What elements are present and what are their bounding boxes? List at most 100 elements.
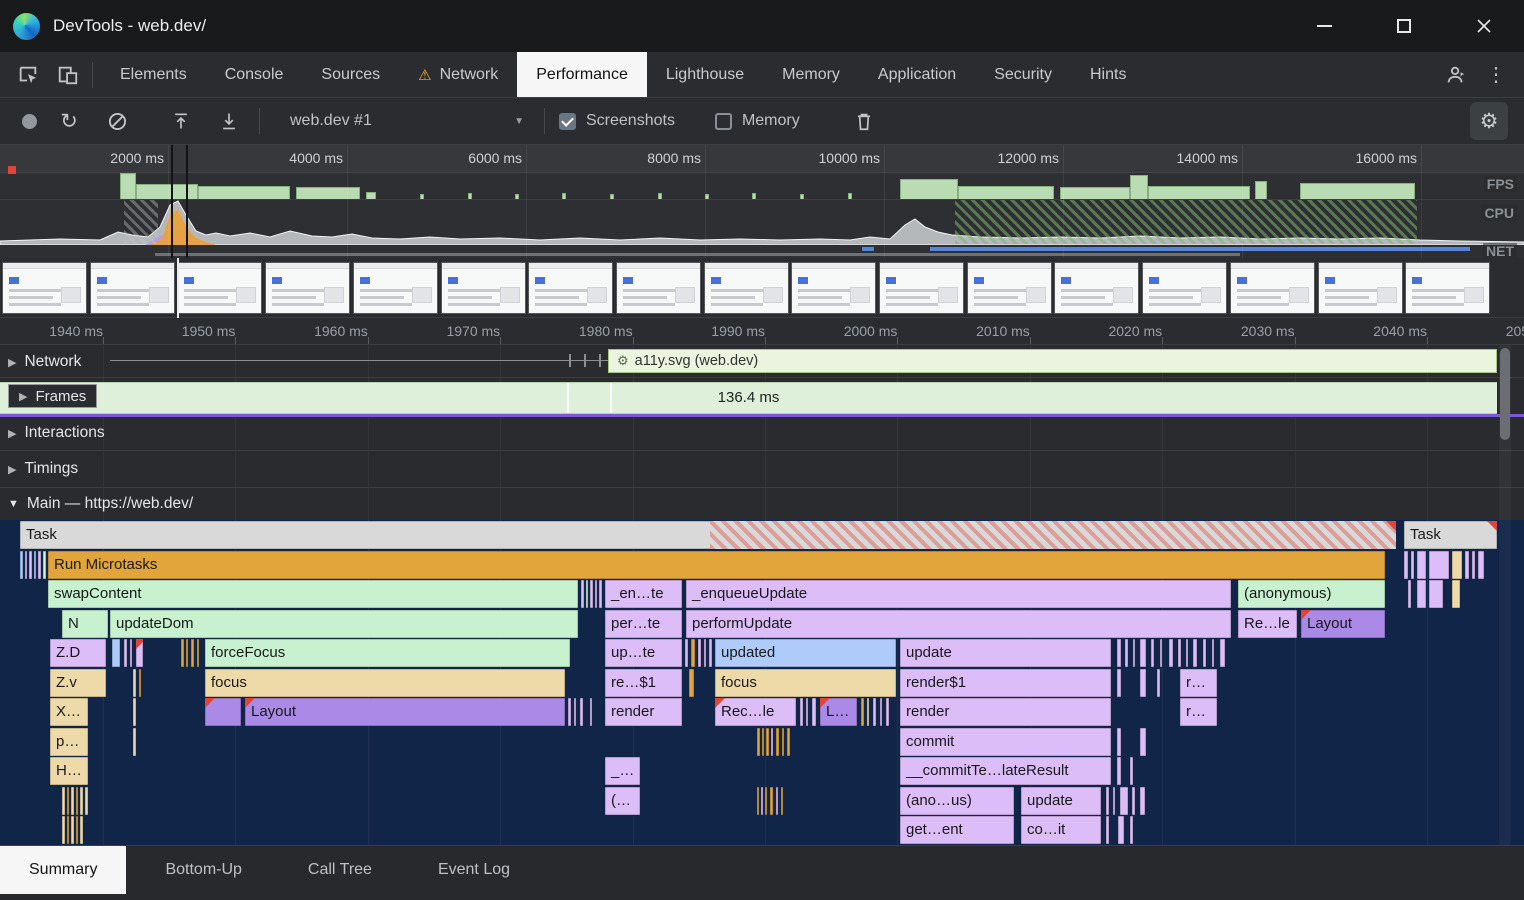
flame-bar[interactable] bbox=[806, 698, 808, 726]
flame-bar-update[interactable]: update bbox=[900, 639, 1111, 667]
bottom-tab-summary[interactable]: Summary bbox=[0, 846, 127, 894]
scrollbar-thumb[interactable] bbox=[1500, 348, 1510, 440]
inspect-element-button[interactable] bbox=[8, 55, 48, 95]
flame-bar-updated[interactable]: updated bbox=[715, 639, 896, 667]
flame-bar[interactable] bbox=[1178, 639, 1181, 667]
flame-bar[interactable] bbox=[43, 550, 46, 579]
flame-bar[interactable] bbox=[80, 816, 83, 844]
flame-bar[interactable] bbox=[1113, 786, 1115, 815]
flame-bar-focus[interactable]: focus bbox=[715, 668, 896, 697]
flame-bar[interactable] bbox=[1411, 550, 1414, 579]
flame-bar[interactable] bbox=[599, 580, 602, 608]
flame-bar[interactable] bbox=[1106, 816, 1109, 844]
flame-bar[interactable] bbox=[568, 698, 571, 726]
flame-bar[interactable] bbox=[1151, 639, 1154, 667]
flame-bar[interactable] bbox=[1132, 786, 1135, 815]
flame-bar[interactable] bbox=[812, 698, 816, 726]
flame-bar[interactable] bbox=[1452, 580, 1460, 608]
flame-bar[interactable] bbox=[765, 786, 767, 815]
flame-bar-render$1[interactable]: render$1 bbox=[900, 668, 1111, 697]
flame-bar-swapcontent[interactable]: swapContent bbox=[48, 580, 578, 608]
flame-bar[interactable] bbox=[867, 698, 869, 726]
flame-bar[interactable] bbox=[38, 550, 41, 579]
selection-handle[interactable] bbox=[171, 145, 173, 258]
flame-bar[interactable] bbox=[771, 727, 773, 756]
filmstrip-screenshot[interactable] bbox=[966, 262, 1052, 314]
flame-bar[interactable] bbox=[1478, 550, 1484, 579]
flame-bar-performupdate[interactable]: performUpdate bbox=[686, 609, 1231, 638]
flame-bar[interactable] bbox=[766, 727, 769, 756]
flame-bar[interactable] bbox=[762, 727, 764, 756]
bottom-tab-call-tree[interactable]: Call Tree bbox=[281, 846, 399, 894]
flame-bar[interactable] bbox=[139, 668, 141, 697]
flame-bar[interactable] bbox=[761, 786, 763, 815]
flame-bar[interactable] bbox=[71, 816, 74, 844]
flame-bar-z-v[interactable]: Z.v bbox=[50, 668, 106, 697]
flame-bar[interactable] bbox=[590, 580, 593, 608]
flame-bar-_-[interactable]: _… bbox=[605, 757, 640, 785]
filmstrip-screenshot[interactable] bbox=[1054, 262, 1140, 314]
filmstrip-screenshot[interactable] bbox=[352, 262, 438, 314]
tab-hints[interactable]: Hints bbox=[1071, 52, 1145, 97]
minimize-button[interactable] bbox=[1284, 0, 1364, 52]
flame-bar[interactable] bbox=[581, 580, 584, 608]
flame-bar[interactable] bbox=[34, 550, 36, 579]
close-button[interactable] bbox=[1444, 0, 1524, 52]
flame-bar[interactable] bbox=[71, 786, 74, 815]
flame-bar[interactable] bbox=[1117, 727, 1121, 756]
flame-bar[interactable] bbox=[861, 698, 864, 726]
flame-bar[interactable] bbox=[782, 727, 784, 756]
flame-bar-r-[interactable]: r… bbox=[1180, 668, 1217, 697]
flame-bar[interactable] bbox=[1212, 639, 1214, 667]
flame-bar[interactable] bbox=[29, 550, 32, 579]
flame-bar[interactable] bbox=[776, 786, 778, 815]
flame-bar-task[interactable]: Task bbox=[1404, 521, 1497, 549]
flame-bar-updatedom[interactable]: updateDom bbox=[110, 609, 578, 638]
flame-bar[interactable] bbox=[1417, 550, 1426, 579]
filmstrip-screenshot[interactable] bbox=[1317, 262, 1403, 314]
flame-bar[interactable] bbox=[1117, 668, 1121, 697]
filmstrip-screenshot[interactable] bbox=[89, 262, 175, 314]
flame-bar[interactable] bbox=[787, 727, 790, 756]
flame-bar[interactable] bbox=[880, 698, 882, 726]
tab-lighthouse[interactable]: Lighthouse bbox=[647, 52, 763, 97]
flame-bar[interactable] bbox=[1429, 550, 1449, 579]
flame-bar-rec-le[interactable]: Rec…le bbox=[715, 698, 796, 726]
flame-bar[interactable] bbox=[20, 550, 23, 579]
flame-bar-update[interactable]: update bbox=[1021, 786, 1101, 815]
flame-bar[interactable] bbox=[130, 639, 132, 667]
flame-bar[interactable] bbox=[1140, 727, 1146, 756]
flame-bar--anonymous-[interactable]: (anonymous) bbox=[1238, 580, 1385, 608]
flame-bar-get-ent[interactable]: get…ent bbox=[900, 816, 1014, 844]
frames-track-header[interactable]: ▶ Frames bbox=[8, 384, 98, 408]
tab-sources[interactable]: Sources bbox=[302, 52, 399, 97]
kebab-menu-button[interactable]: ⋮ bbox=[1476, 55, 1516, 95]
memory-checkbox[interactable] bbox=[714, 112, 732, 130]
flame-bar[interactable] bbox=[691, 639, 695, 667]
flame-bar[interactable] bbox=[67, 786, 69, 815]
flame-bar[interactable] bbox=[62, 816, 65, 844]
filmstrip-screenshot[interactable] bbox=[528, 262, 614, 314]
flame-bar[interactable] bbox=[709, 639, 712, 667]
flame-bar[interactable] bbox=[191, 639, 194, 667]
flame-bar[interactable] bbox=[133, 727, 136, 756]
flame-bar[interactable] bbox=[1157, 668, 1160, 697]
filmstrip-screenshot[interactable] bbox=[265, 262, 351, 314]
flame-bar[interactable] bbox=[1125, 639, 1128, 667]
flame-bar[interactable] bbox=[574, 698, 576, 726]
flame-bar-render[interactable]: render bbox=[900, 698, 1111, 726]
flame-bar[interactable] bbox=[205, 698, 241, 726]
delete-recording-button[interactable] bbox=[840, 112, 888, 131]
flame-bar--[interactable]: (… bbox=[605, 786, 640, 815]
flame-bar[interactable] bbox=[124, 639, 127, 667]
flame-bar[interactable] bbox=[25, 550, 27, 579]
filmstrip-screenshot[interactable] bbox=[1142, 262, 1228, 314]
flame-bar[interactable] bbox=[1465, 550, 1469, 579]
flame-bar-focus[interactable]: focus bbox=[205, 668, 565, 697]
flame-bar[interactable] bbox=[800, 698, 803, 726]
flame-bar[interactable] bbox=[698, 639, 701, 667]
filmstrip-screenshot[interactable] bbox=[2, 262, 87, 314]
flame-bar-render[interactable]: render bbox=[605, 698, 682, 726]
flame-bar-re-le[interactable]: Re…le bbox=[1238, 609, 1297, 638]
flame-bar[interactable] bbox=[770, 786, 773, 815]
